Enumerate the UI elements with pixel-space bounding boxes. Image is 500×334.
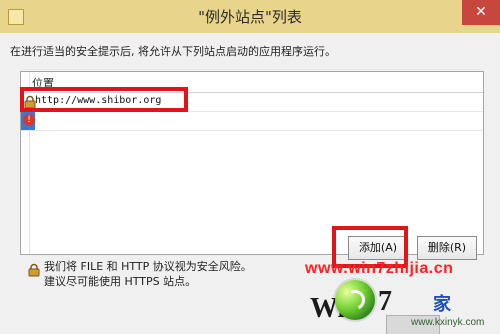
error-icon: ! [23,114,35,126]
power-mark [342,287,368,313]
security-notice: 我们将 FILE 和 HTTP 协议视为安全风险。 建议尽可能使用 HTTPS … [44,259,252,289]
notice-line-2: 建议尽可能使用 HTTPS 站点。 [44,275,197,288]
close-button[interactable]: ✕ [462,0,500,25]
lock-icon [28,263,40,277]
delete-button[interactable]: 删除(R) [417,236,477,260]
watermark-right-text: 家 [433,294,451,314]
title-bar: "例外站点"列表 ✕ [0,0,500,34]
watermark-bottom-text: www.kxinyk.com [411,317,485,328]
power-icon [335,280,375,320]
close-icon: ✕ [475,4,487,20]
dialog-client-area: 在进行适当的安全提示后, 将允许从下列站点启动的应用程序运行。 位置 http:… [0,33,500,334]
highlight-box-url-row [20,87,188,112]
window-title: "例外站点"列表 [198,8,302,26]
notice-line-1: 我们将 FILE 和 HTTP 协议视为安全风险。 [44,260,252,273]
table-row[interactable]: ! [21,112,483,131]
watermark-seven-text: 7 [378,286,392,317]
watermark: www.win7zhijia.cn Win 7 家 www.kxinyk.com [300,260,500,333]
watermark-site-text: www.win7zhijia.cn [305,260,454,277]
description-text: 在进行适当的安全提示后, 将允许从下列站点启动的应用程序运行。 [10,45,336,58]
